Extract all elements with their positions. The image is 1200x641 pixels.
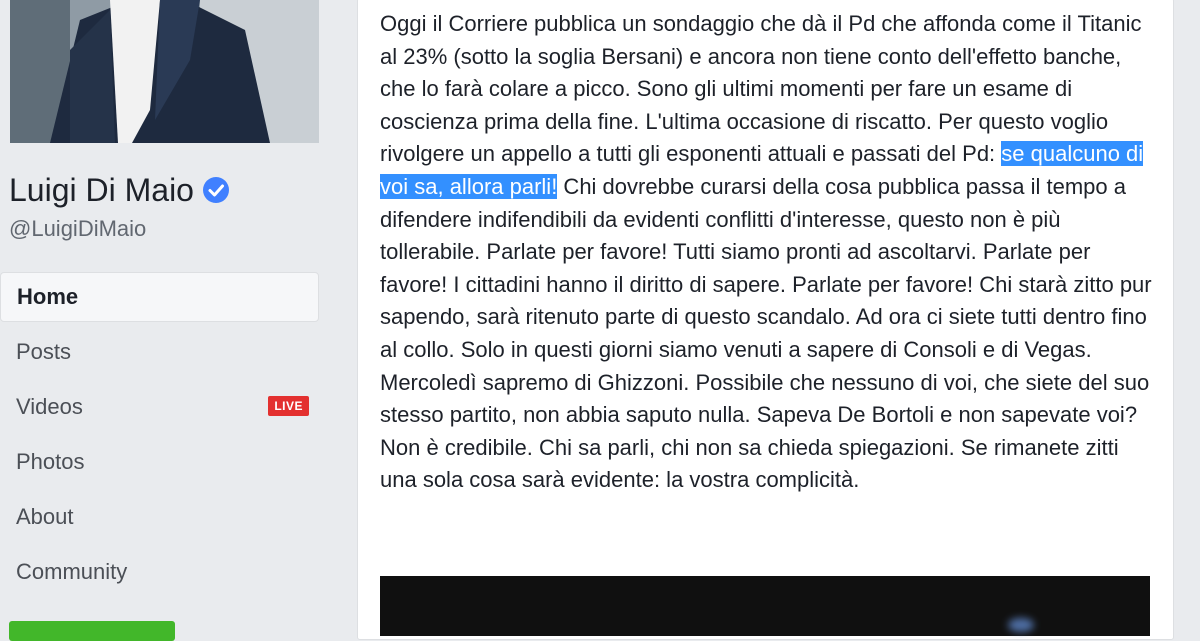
live-badge: LIVE [268, 396, 309, 416]
page-name[interactable]: Luigi Di Maio [9, 170, 194, 210]
nav-item-about[interactable]: About [0, 492, 319, 542]
nav-item-label: About [16, 504, 74, 529]
nav-item-label: Home [17, 284, 79, 309]
verified-badge-icon [202, 177, 229, 203]
nav-item-posts[interactable]: Posts [0, 327, 319, 377]
post-body: Oggi il Corriere pubblica un sondaggio c… [380, 8, 1155, 497]
post-video[interactable] [380, 576, 1150, 636]
post-text-after: Chi dovrebbe curarsi della cosa pubblica… [380, 173, 1152, 493]
nav-item-label: Photos [16, 449, 85, 474]
nav-item-label: Posts [16, 339, 72, 364]
profile-picture[interactable] [10, 0, 319, 143]
page-nav: Home Posts Videos LIVE Photos About Comm… [0, 272, 319, 602]
nav-item-photos[interactable]: Photos [0, 437, 319, 487]
nav-item-label: Videos [16, 394, 83, 419]
nav-item-community[interactable]: Community [0, 547, 319, 597]
nav-item-label: Community [16, 559, 128, 584]
action-button[interactable] [9, 621, 175, 641]
page-name-row: Luigi Di Maio [9, 170, 230, 210]
nav-item-home[interactable]: Home [0, 272, 319, 322]
nav-item-videos[interactable]: Videos LIVE [0, 382, 319, 432]
page-handle: @LuigiDiMaio [9, 216, 147, 241]
